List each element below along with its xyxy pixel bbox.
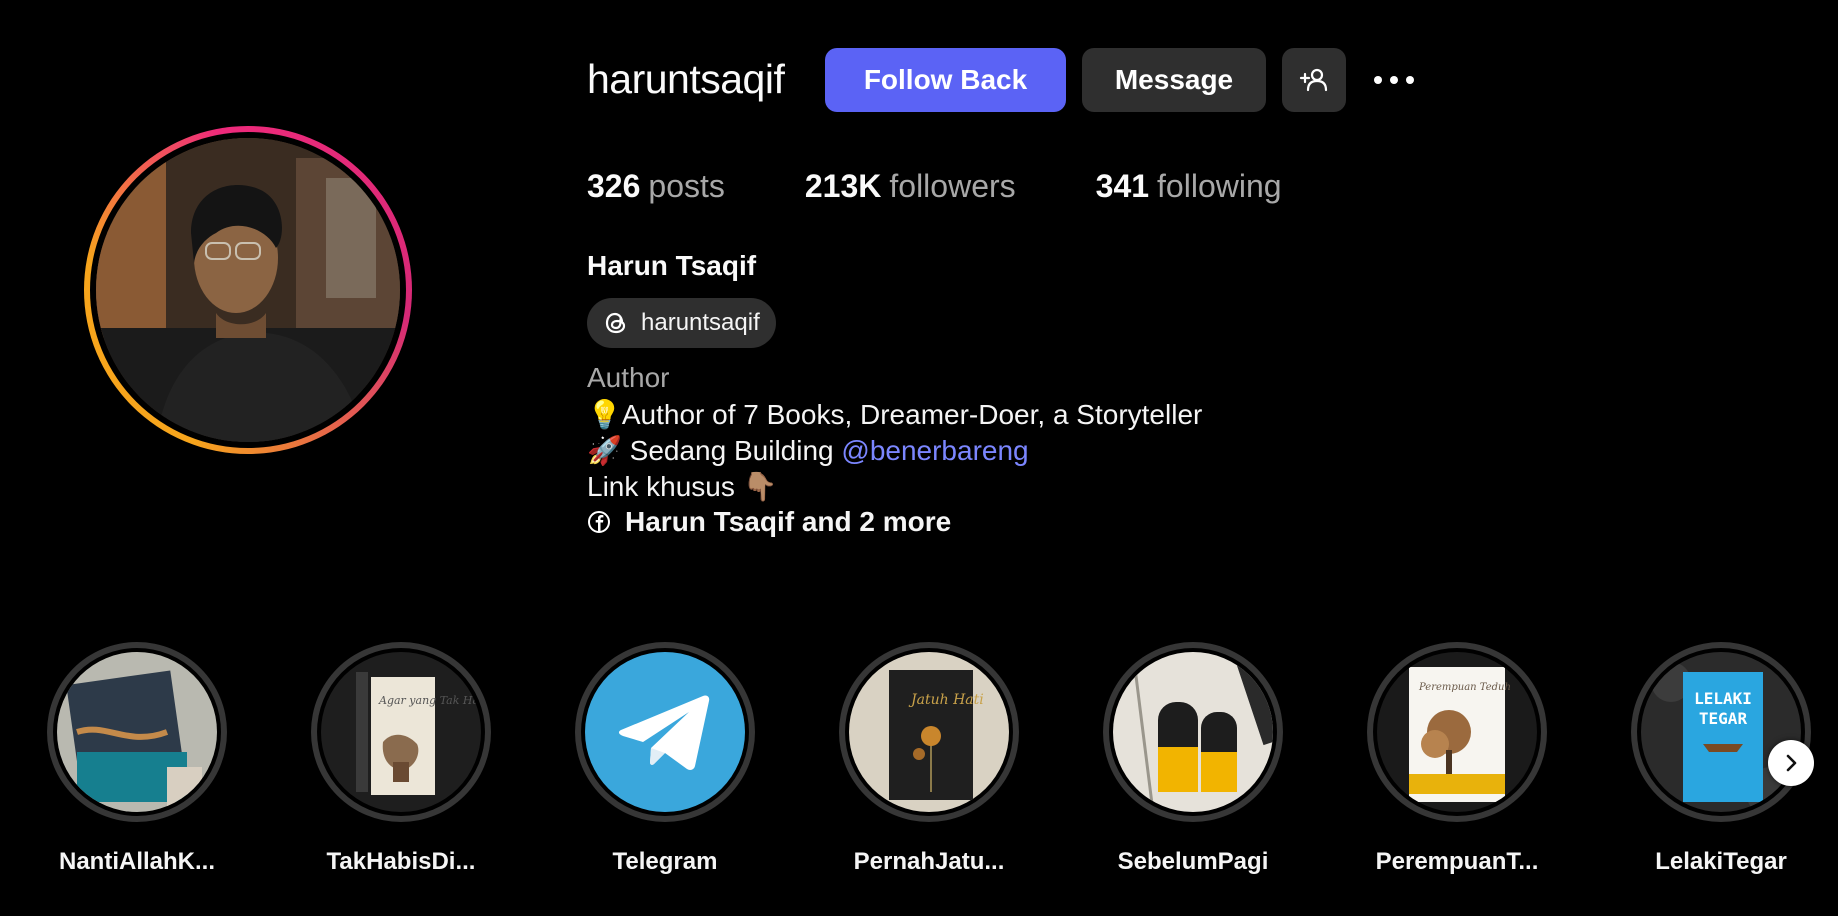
book-cover-image: Perempuan Teduh <box>1377 652 1537 812</box>
highlight-cover: Agar yang Tak Habis Dibaca <box>321 652 481 812</box>
highlight-gap: Jatuh Hati <box>845 648 1013 816</box>
pointing-down-emoji: 👇🏽 <box>742 470 778 503</box>
follow-back-button[interactable]: Follow Back <box>825 48 1066 112</box>
more-horizontal-icon <box>1374 76 1414 84</box>
avatar-gap <box>90 132 406 448</box>
chevron-right-icon <box>1786 754 1797 772</box>
book-cover-image <box>57 652 217 812</box>
cover-title: Agar yang Tak Habis Dibaca <box>378 694 481 707</box>
more-options-button[interactable] <box>1366 56 1422 104</box>
threads-icon <box>605 312 626 334</box>
highlight-item[interactable]: Telegram <box>575 642 755 876</box>
profile-links[interactable]: Harun Tsaqif and 2 more <box>587 506 951 538</box>
highlight-label: PernahJatu... <box>853 848 1005 875</box>
profile-stats: 326 posts 213K followers 341 following <box>587 168 1282 205</box>
highlight-cover: LELAKI TEGAR <box>1641 652 1801 812</box>
cover-title: Perempuan Teduh <box>1418 682 1511 693</box>
following-stat[interactable]: 341 following <box>1096 168 1282 205</box>
highlight-item[interactable]: NantiAllahK... <box>47 642 227 876</box>
highlight-label: Telegram <box>612 848 718 875</box>
highlight-cover: Jatuh Hati <box>849 652 1009 812</box>
threads-badge[interactable]: haruntsaqif <box>587 298 776 348</box>
message-button[interactable]: Message <box>1082 48 1266 112</box>
bio-line-2: 🚀 Sedang Building @benerbareng <box>587 434 1029 467</box>
cover-title: Jatuh Hati <box>908 692 984 708</box>
highlight-gap <box>581 648 749 816</box>
bio-line-2-text: Sedang Building <box>621 435 842 466</box>
book-cover-image: Agar yang Tak Habis Dibaca <box>321 652 481 812</box>
following-label: following <box>1157 168 1282 204</box>
highlight-cover <box>57 652 217 812</box>
highlights-next-button[interactable] <box>1768 740 1814 786</box>
facebook-icon <box>588 511 610 533</box>
profile-avatar-story-ring[interactable] <box>84 126 412 454</box>
highlight-ring: LELAKI TEGAR <box>1631 642 1811 822</box>
highlight-ring: Agar yang Tak Habis Dibaca <box>311 642 491 822</box>
book-cover-image: LELAKI TEGAR <box>1641 652 1801 812</box>
highlight-gap: Perempuan Teduh <box>1373 648 1541 816</box>
highlight-gap: LELAKI TEGAR <box>1637 648 1805 816</box>
highlight-ring: Perempuan Teduh <box>1367 642 1547 822</box>
profile-category: Author <box>587 362 670 393</box>
posts-stat: 326 posts <box>587 168 725 205</box>
posts-count: 326 <box>587 168 641 204</box>
highlight-gap <box>53 648 221 816</box>
highlight-item[interactable]: SebelumPagi <box>1103 642 1283 876</box>
cover-title-line2: TEGAR <box>1699 709 1748 728</box>
following-count: 341 <box>1095 168 1150 204</box>
highlight-ring <box>47 642 227 822</box>
highlight-gap <box>1109 648 1277 816</box>
highlight-label: PerempuanT... <box>1375 848 1539 875</box>
posts-label: posts <box>648 168 725 204</box>
bio-line-1: 💡Author of 7 Books, Dreamer-Doer, a Stor… <box>587 398 1202 431</box>
add-user-icon <box>1299 68 1328 92</box>
rocket-emoji: 🚀 <box>587 434 622 467</box>
highlight-label: NantiAllahK... <box>58 848 215 875</box>
highlight-item[interactable]: Perempuan Teduh PerempuanT... <box>1367 642 1547 876</box>
suggest-users-button[interactable] <box>1282 48 1346 112</box>
lightbulb-emoji: 💡 <box>587 398 622 431</box>
highlight-gap: Agar yang Tak Habis Dibaca <box>317 648 485 816</box>
highlight-label: TakHabisDi... <box>326 848 476 875</box>
highlight-item[interactable]: Jatuh Hati PernahJatu... <box>839 642 1019 876</box>
avatar-photo-illustration <box>96 138 400 442</box>
bio-line-1-text: Author of 7 Books, Dreamer-Doer, a Story… <box>621 399 1203 430</box>
highlight-ring: Jatuh Hati <box>839 642 1019 822</box>
followers-stat[interactable]: 213K followers <box>805 168 1016 205</box>
profile-username: haruntsaqif <box>587 56 785 102</box>
highlight-label: LelakiTegar <box>1655 848 1787 875</box>
threads-handle: haruntsaqif <box>641 309 760 336</box>
telegram-icon <box>585 652 745 812</box>
links-text: Harun Tsaqif and 2 more <box>625 506 952 537</box>
followers-count: 213K <box>804 168 882 204</box>
mention-link[interactable]: @benerbareng <box>841 435 1028 466</box>
highlight-ring <box>1103 642 1283 822</box>
profile-full-name: Harun Tsaqif <box>587 250 757 281</box>
highlight-item[interactable]: Agar yang Tak Habis Dibaca TakHabisDi... <box>311 642 491 876</box>
cover-title-line1: LELAKI <box>1694 689 1752 708</box>
avatar[interactable] <box>96 138 400 442</box>
highlight-cover <box>585 652 745 812</box>
bio-line-3: Link khusus 👇🏽 <box>587 470 778 503</box>
highlight-cover: Perempuan Teduh <box>1377 652 1537 812</box>
book-cover-image: Jatuh Hati <box>849 652 1009 812</box>
book-cover-image <box>1113 652 1273 812</box>
bio-line-3-text: Link khusus <box>587 471 743 502</box>
highlight-cover <box>1113 652 1273 812</box>
highlight-ring <box>575 642 755 822</box>
highlight-label: SebelumPagi <box>1117 848 1269 875</box>
followers-label: followers <box>889 168 1016 204</box>
